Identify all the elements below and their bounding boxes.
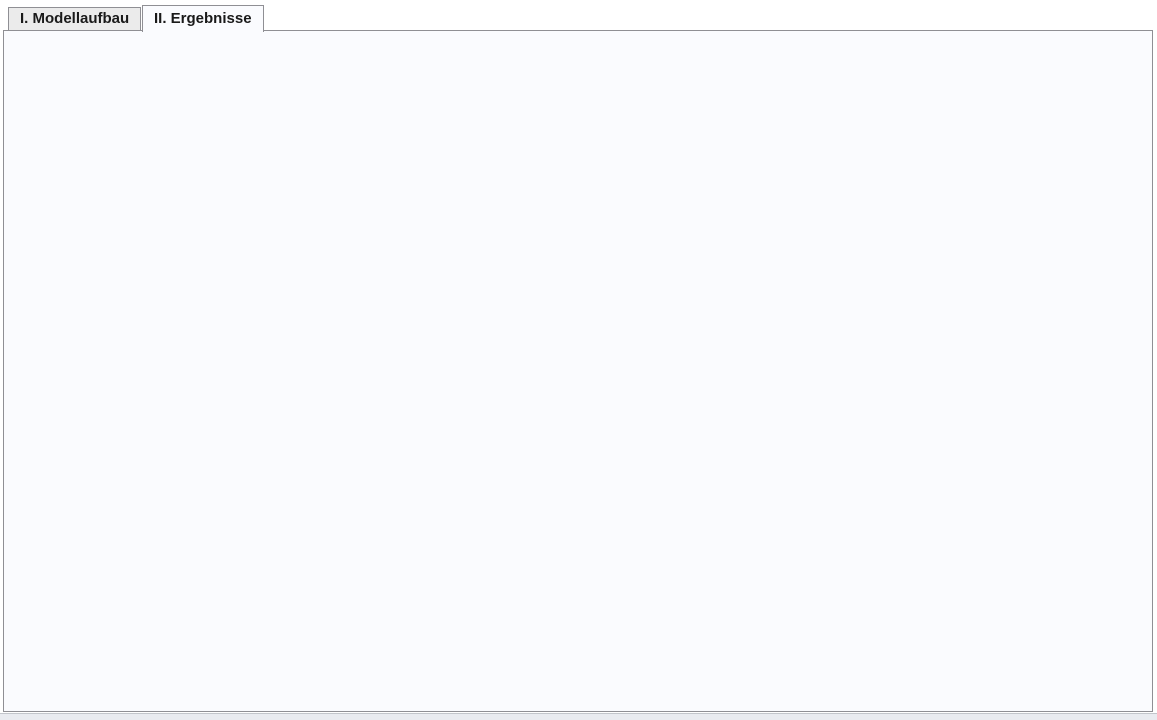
tab-modellaufbau[interactable]: I. Modellaufbau: [8, 7, 141, 31]
window-bottom-strip: [0, 713, 1157, 720]
tab-page-ergebnisse: [3, 30, 1153, 712]
tab-ergebnisse[interactable]: II. Ergebnisse: [142, 5, 264, 32]
